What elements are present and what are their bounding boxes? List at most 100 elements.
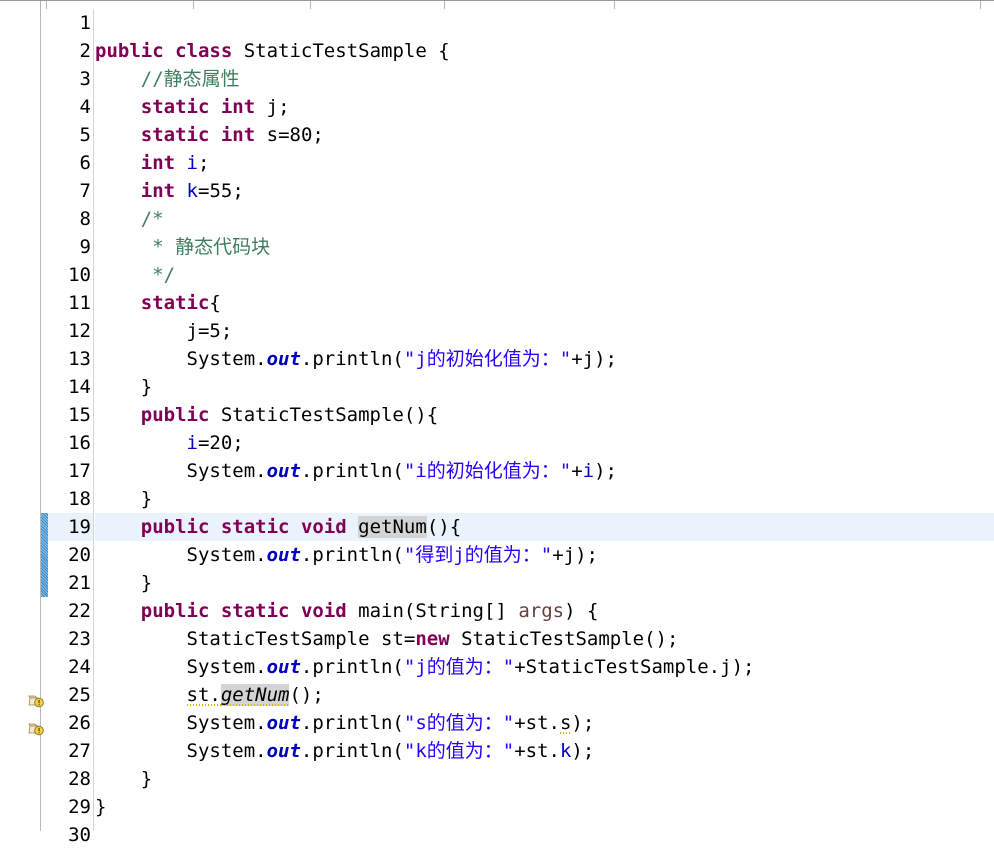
code-line-26[interactable]: System.out.println("s的值为："+st.s); [95,709,994,737]
token-5: j [720,656,732,678]
line-number: 25 [68,684,91,706]
gutter-line-25[interactable]: 25 [28,681,93,709]
gutter-line-5[interactable]: 5 [48,121,93,149]
token-2: .println( [300,460,404,482]
gutter-line-20[interactable]: 20 [48,541,93,569]
gutter-line-9[interactable]: 9 [48,233,93,261]
code-line-18[interactable]: } [95,485,994,513]
gutter-line-14[interactable]: 14 [48,373,93,401]
gutter-line-28[interactable]: 28 [48,765,93,793]
toolbar-separator-4 [310,1,311,9]
token-0: * 静态代码块 [140,236,271,258]
gutter-line-24[interactable]: 24 [48,653,93,681]
code-line-19[interactable]: public static void getNum(){ [95,513,994,541]
token-1 [209,96,220,118]
gutter-line-13[interactable]: 13 [48,345,93,373]
gutter-line-26[interactable]: 26 [28,709,93,737]
code-line-6[interactable]: int i; [95,149,994,177]
code-line-13[interactable]: System.out.println("j的初始化值为："+j); [95,345,994,373]
token-3: new [415,628,450,650]
line-number-gutter[interactable]: 1 2 3 4 5 6 7 8 9 10 11 12 13 14 15 16 17 18 19 20 21 22 23 24 2… [28,9,106,846]
code-line-5[interactable]: static int s=80; [95,121,994,149]
warning-marker-icon[interactable] [28,688,44,708]
gutter-line-23[interactable]: 23 [48,625,93,653]
code-line-21[interactable]: } [95,569,994,597]
code-line-9[interactable]: * 静态代码块 [95,233,994,261]
token-1: out [266,348,301,370]
gutter-line-3[interactable]: 3 [48,65,93,93]
gutter-line-4[interactable]: 4 [48,93,93,121]
token-3: =55; [198,180,244,202]
warning-marker-icon[interactable] [28,716,44,736]
token-0: StaticTestSample [186,628,381,650]
code-line-27[interactable]: System.out.println("k的值为："+st.k); [95,737,994,765]
code-line-20[interactable]: System.out.println("得到j的值为："+j); [95,541,994,569]
gutter-line-7[interactable]: 7 [48,177,93,205]
token-0: static [140,96,210,118]
token-2: k [186,180,198,202]
gutter-line-8[interactable]: 8 [48,205,106,233]
code-line-23[interactable]: StaticTestSample st=new StaticTestSample… [95,625,994,653]
code-line-7[interactable]: int k=55; [95,177,994,205]
gutter-line-10[interactable]: 10 [48,261,93,289]
gutter-line-17[interactable]: 17 [48,457,93,485]
quick-diff-change-bar[interactable] [41,513,48,597]
code-line-30[interactable] [95,821,994,831]
gutter-line-6[interactable]: 6 [48,149,93,177]
token-0: public [140,600,210,622]
token-1: StaticTestSample(){ [209,404,439,426]
code-line-1[interactable] [95,9,994,37]
token-5: s [559,712,572,734]
code-line-29[interactable]: } [95,793,994,821]
code-line-25[interactable]: st.getNum(); [95,681,994,709]
gutter-line-2[interactable]: 2 [48,37,93,65]
gutter-line-19[interactable]: 19 [48,513,106,541]
code-line-22[interactable]: public static void main(String[] args) { [95,597,994,625]
token-7: ) { [564,600,599,622]
gutter-line-11[interactable]: 11 [48,289,106,317]
gutter-line-22[interactable]: 22 [48,597,106,625]
code-line-4[interactable]: static int j; [95,93,994,121]
gutter-line-15[interactable]: 15 [48,401,106,429]
code-line-15[interactable]: public StaticTestSample(){ [95,401,994,429]
code-line-8[interactable]: /* [95,205,994,233]
code-line-11[interactable]: static{ [95,289,994,317]
token-2: (); [289,684,324,706]
code-line-12[interactable]: j=5; [95,317,994,345]
code-line-3[interactable]: //静态属性 [95,65,994,93]
token-3: "k的值为：" [403,740,515,762]
code-line-16[interactable]: i=20; [95,429,994,457]
code-line-17[interactable]: System.out.println("i的初始化值为："+i); [95,457,994,485]
gutter-line-18[interactable]: 18 [48,485,93,513]
code-line-14[interactable]: } [95,373,994,401]
line-number: 16 [68,432,91,454]
token-5: j [563,544,576,566]
gutter-line-30[interactable]: 30 [48,821,93,849]
token-4: + [571,348,583,370]
token-1 [175,180,186,202]
gutter-line-16[interactable]: 16 [48,429,93,457]
code-line-28[interactable]: } [95,765,994,793]
gutter-line-27[interactable]: 27 [48,737,93,765]
code-line-24[interactable]: System.out.println("j的值为："+StaticTestSam… [95,653,994,681]
line-number: 29 [68,796,91,818]
token-1 [209,600,220,622]
code-line-10[interactable]: */ [95,261,994,289]
token-1 [209,124,220,146]
line-number: 27 [68,740,91,762]
gutter-line-21[interactable]: 21 [48,569,93,597]
gutter-line-12[interactable]: 12 [48,317,93,345]
gutter-line-29[interactable]: 29 [48,793,93,821]
code-line-2[interactable]: public class StaticTestSample { [95,37,994,65]
code-text-area[interactable]: public class StaticTestSample { //静态属性 s… [95,9,994,831]
token-0: System. [186,544,267,566]
gutter-line-1[interactable]: 1 [48,9,93,37]
line-number: 28 [68,768,91,790]
